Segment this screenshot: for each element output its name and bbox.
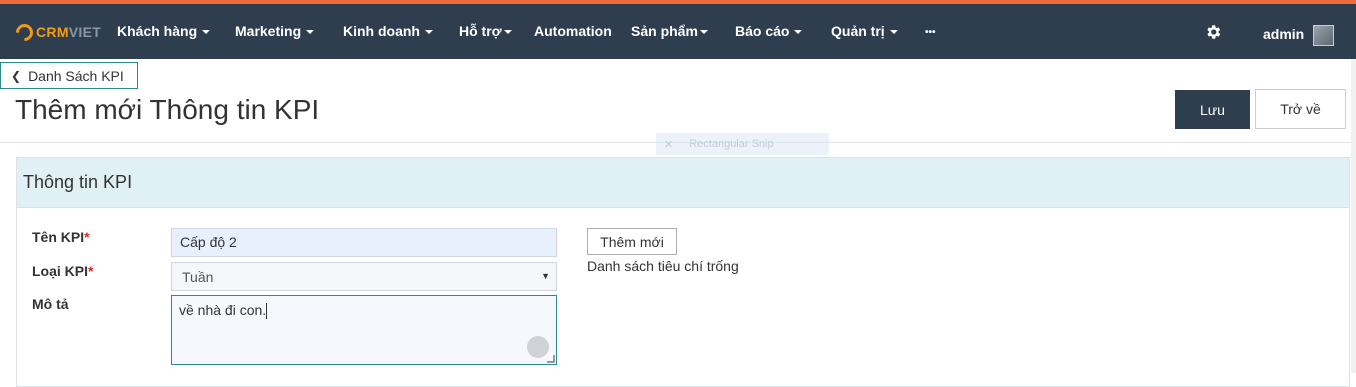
panel-heading: Thông tin KPI [17, 158, 1349, 208]
caret-down-icon [202, 30, 211, 35]
page-title: Thêm mới Thông tin KPI [15, 94, 320, 125]
caret-down-icon [699, 30, 708, 35]
caret-down-icon [306, 30, 315, 35]
top-navbar: CRMVIET Khách hàng Marketing Kinh doanh … [0, 0, 1356, 59]
save-button[interactable]: Lưu [1175, 90, 1250, 129]
kpi-name-label: Tên KPI* [32, 229, 90, 245]
resize-handle-icon[interactable] [547, 355, 555, 363]
criteria-empty-text: Danh sách tiêu chí trống [587, 258, 739, 274]
caret-down-icon [425, 30, 433, 35]
return-button[interactable]: Trở về [1255, 89, 1346, 129]
text-cursor [266, 303, 268, 320]
avatar[interactable] [1313, 25, 1334, 46]
dropdown-arrow-icon: ▼ [541, 271, 550, 281]
nav-item-ho-tro[interactable]: Hỗ trợ [459, 23, 512, 39]
description-label: Mô tả [32, 296, 69, 312]
kpi-name-input[interactable]: Cấp độ 2 [171, 228, 557, 257]
logo-text: CRMVIET [36, 24, 102, 40]
caret-down-icon [889, 30, 898, 35]
add-criteria-button[interactable]: Thêm mới [587, 228, 677, 255]
crmviet-logo[interactable]: CRMVIET [12, 19, 102, 45]
kpi-type-label: Loại KPI* [32, 263, 94, 279]
nav-item-bao-cao[interactable]: Báo cáo [735, 23, 803, 39]
nav-item-automation[interactable]: Automation [534, 23, 612, 39]
scrollbar[interactable] [1351, 59, 1356, 373]
nav-item-marketing[interactable]: Marketing [235, 23, 315, 39]
nav-more-icon[interactable]: ••• [925, 27, 936, 38]
snip-overlay: ✕ Rectangular Snip [656, 133, 829, 155]
close-icon: ✕ [664, 138, 674, 151]
logo-icon [12, 19, 37, 45]
description-textarea[interactable]: về nhà đi con. [171, 295, 557, 365]
back-to-list-label: Danh Sách KPI [28, 67, 124, 84]
gear-icon[interactable] [1204, 23, 1222, 41]
caret-down-icon [794, 30, 803, 35]
nav-item-quan-tri[interactable]: Quản trị [831, 23, 898, 39]
nav-item-khach-hang[interactable]: Khách hàng [117, 23, 211, 39]
user-name[interactable]: admin [1263, 26, 1304, 42]
back-to-list-button[interactable]: ❮ Danh Sách KPI [0, 62, 138, 89]
kpi-type-select[interactable]: Tuần ▼ [171, 262, 557, 291]
caret-down-icon [503, 30, 512, 35]
cursor-indicator [527, 336, 549, 358]
chevron-left-icon: ❮ [11, 68, 22, 83]
nav-item-kinh-doanh[interactable]: Kinh doanh [343, 23, 433, 39]
nav-item-san-pham[interactable]: Sản phẩm [631, 23, 708, 39]
